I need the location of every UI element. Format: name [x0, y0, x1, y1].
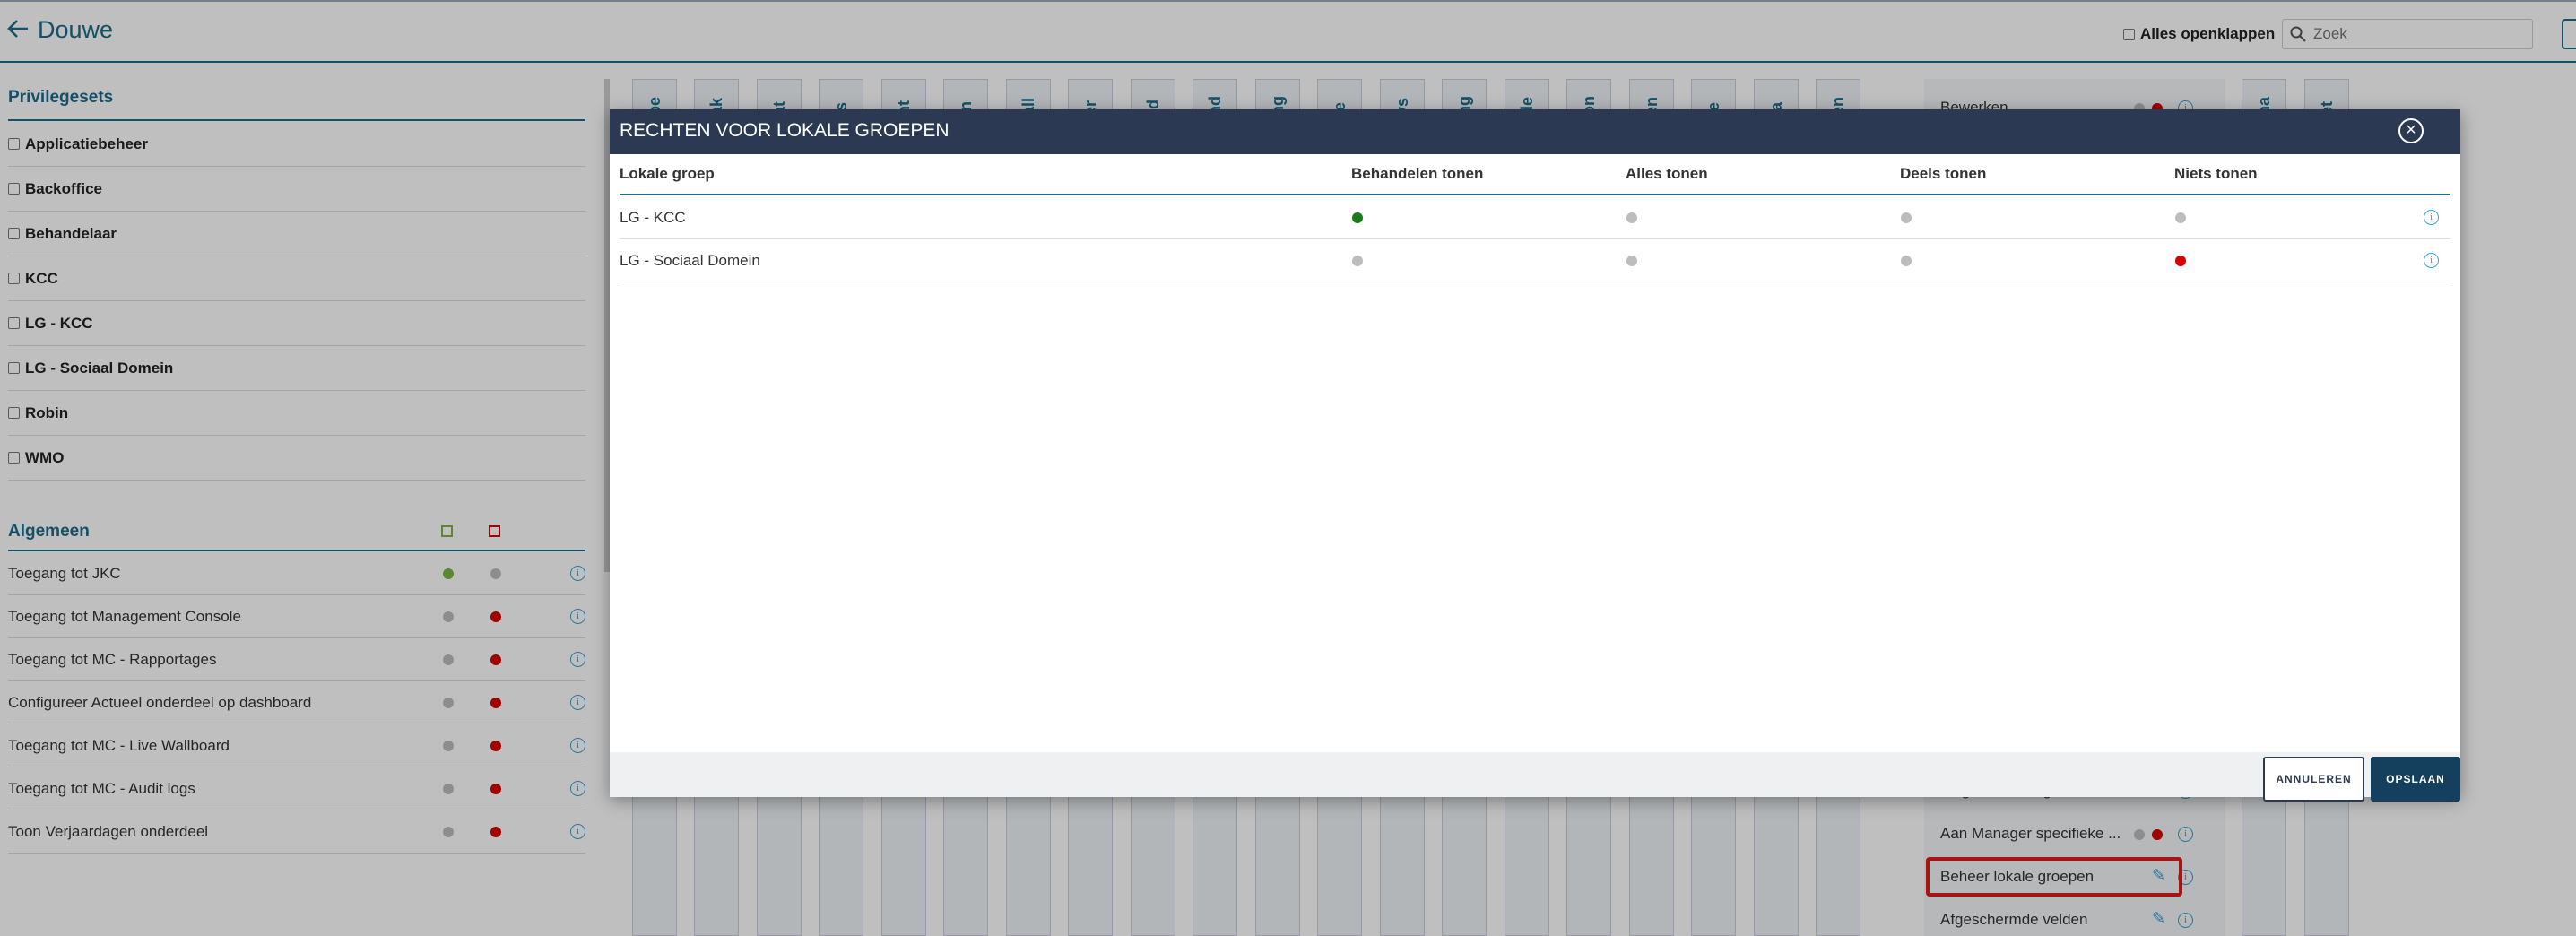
option-radio-dot[interactable]	[1901, 212, 1912, 223]
modal-header: RECHTEN VOOR LOKALE GROEPEN ×	[610, 109, 2460, 154]
save-button[interactable]: OPSLAAN	[2371, 757, 2460, 802]
option-radio-dot[interactable]	[2175, 256, 2186, 266]
cancel-button[interactable]: ANNULEREN	[2263, 757, 2364, 802]
modal-title: RECHTEN VOOR LOKALE GROEPEN	[620, 120, 950, 141]
column-header: Lokale groep	[620, 165, 715, 182]
info-icon[interactable]: i	[2424, 210, 2439, 225]
column-header: Deels tonen	[1900, 165, 1987, 182]
option-radio-dot[interactable]	[1626, 212, 1637, 223]
lokale-groep-row: LG - Sociaal Domein i	[620, 239, 2450, 282]
option-radio-dot[interactable]	[1352, 256, 1363, 266]
option-radio-dot[interactable]	[1901, 256, 1912, 266]
lokale-groepen-modal: RECHTEN VOOR LOKALE GROEPEN × Lokale gro…	[610, 109, 2460, 802]
table-header-divider	[620, 194, 2450, 195]
column-header: Niets tonen	[2174, 165, 2258, 182]
column-header: Alles tonen	[1626, 165, 1708, 182]
modal-footer: ANNULEREN OPSLAAN	[610, 752, 2460, 802]
lokale-groep-row: LG - KCC i	[620, 196, 2450, 239]
info-icon[interactable]: i	[2424, 253, 2439, 268]
option-radio-dot[interactable]	[2175, 212, 2186, 223]
close-icon[interactable]: ×	[2398, 118, 2424, 143]
lokale-groep-label: LG - Sociaal Domein	[620, 252, 760, 269]
column-header: Behandelen tonen	[1351, 165, 1484, 182]
option-radio-dot[interactable]	[1626, 256, 1637, 266]
lokale-groep-label: LG - KCC	[620, 209, 686, 226]
option-radio-dot[interactable]	[1352, 212, 1363, 223]
